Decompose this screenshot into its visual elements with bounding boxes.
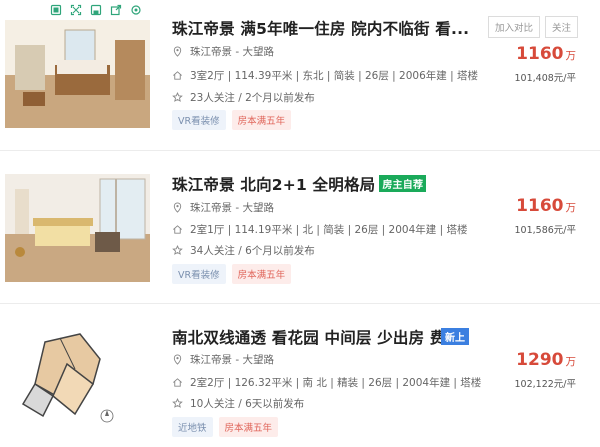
location-link[interactable]: 珠江帝景 - 大望路 bbox=[190, 200, 274, 215]
house-icon bbox=[173, 71, 182, 80]
star-icon bbox=[172, 92, 183, 102]
listing-title[interactable]: 珠江帝景 满5年唯一住房 院内不临街 看... bbox=[172, 17, 469, 39]
listing-details: 3室2厅 | 114.39平米 | 东北 | 简装 | 26层 | 2006年建… bbox=[190, 70, 478, 82]
price-value: 1160 bbox=[516, 196, 564, 216]
details-row: 2室1厅 | 114.19平米 | 北 | 简装 | 26层 | 2004年建 … bbox=[172, 222, 467, 237]
price-unit: 万 bbox=[565, 202, 577, 214]
unit-price: 101,586元/平 bbox=[514, 225, 577, 236]
listing-photo[interactable] bbox=[5, 20, 150, 128]
follow-info: 23人关注 / 2个月以前发布 bbox=[190, 92, 315, 104]
listing-photo[interactable] bbox=[5, 324, 150, 432]
listing-title[interactable]: 珠江帝景 北向2+1 全明格局 房主自荐 bbox=[172, 173, 427, 195]
tag-chip: 房本满五年 bbox=[231, 264, 292, 284]
listing-title[interactable]: 南北双线通透 看花园 中间层 少出房 费... bbox=[172, 326, 464, 348]
follow-row: 10人关注 / 6天以前发布 bbox=[172, 396, 304, 411]
tag-chip: 房本满五年 bbox=[218, 417, 279, 437]
listing-title-text[interactable]: 珠江帝景 满5年唯一住房 院内不临街 看... bbox=[172, 20, 469, 38]
tag-list: VR看装修 房本满五年 bbox=[172, 110, 292, 130]
listing-card[interactable]: 南北双线通透 看花园 中间层 少出房 费... 新上 珠江帝景 - 大望路 2室… bbox=[0, 304, 600, 447]
bedroom-photo bbox=[5, 20, 150, 128]
owner-recommended-badge: 房主自荐 bbox=[379, 175, 427, 192]
location-row: 珠江帝景 - 大望路 bbox=[172, 352, 274, 367]
listing-details: 2室2厅 | 126.32平米 | 南 北 | 精装 | 26层 | 2004年… bbox=[190, 377, 482, 389]
price-value: 1160 bbox=[516, 44, 564, 64]
house-icon bbox=[173, 378, 182, 387]
listing-title-text[interactable]: 珠江帝景 北向2+1 全明格局 bbox=[172, 176, 375, 194]
listing-title-text[interactable]: 南北双线通透 看花园 中间层 少出房 费... bbox=[172, 329, 464, 347]
follow-row: 23人关注 / 2个月以前发布 bbox=[172, 90, 315, 105]
settings-icon[interactable] bbox=[126, 0, 146, 20]
follow-info: 34人关注 / 6个月以前发布 bbox=[190, 245, 315, 257]
unit-price: 101,408元/平 bbox=[514, 73, 577, 84]
total-price: 1160 万 bbox=[516, 196, 576, 216]
details-row: 2室2厅 | 126.32平米 | 南 北 | 精装 | 26层 | 2004年… bbox=[172, 375, 481, 390]
details-row: 3室2厅 | 114.39平米 | 东北 | 简装 | 26层 | 2006年建… bbox=[172, 68, 478, 83]
follow-row: 34人关注 / 6个月以前发布 bbox=[172, 243, 315, 258]
follow-info: 10人关注 / 6天以前发布 bbox=[190, 398, 305, 410]
add-to-compare-button[interactable]: 加入对比 bbox=[487, 16, 540, 38]
new-listing-badge: 新上 bbox=[441, 328, 469, 345]
bedroom-photo bbox=[5, 174, 150, 282]
listing-card[interactable]: 珠江帝景 北向2+1 全明格局 房主自荐 珠江帝景 - 大望路 2室1厅 | 11… bbox=[0, 151, 600, 301]
location-link[interactable]: 珠江帝景 - 大望路 bbox=[190, 352, 274, 367]
total-price: 1160 万 bbox=[516, 44, 576, 64]
price-value: 1290 bbox=[516, 350, 564, 370]
tag-chip: VR看装修 bbox=[172, 110, 226, 130]
share-icon[interactable] bbox=[106, 0, 126, 20]
star-icon bbox=[172, 245, 183, 255]
location-link[interactable]: 珠江帝景 - 大望路 bbox=[190, 44, 274, 59]
listing-card[interactable]: 珠江帝景 满5年唯一住房 院内不临街 看... 加入对比 关注 珠江帝景 - 大… bbox=[0, 0, 600, 150]
house-icon bbox=[173, 225, 182, 234]
tag-chip: VR看装修 bbox=[172, 264, 226, 284]
price-unit: 万 bbox=[565, 356, 577, 368]
tag-chip: 房本满五年 bbox=[231, 110, 292, 130]
star-icon bbox=[172, 398, 183, 408]
listing-photo[interactable] bbox=[5, 174, 150, 282]
location-pin-icon bbox=[173, 202, 182, 213]
tag-chip: 近地铁 bbox=[172, 417, 213, 437]
floor-plan-image bbox=[5, 324, 150, 432]
listing-details: 2室1厅 | 114.19平米 | 北 | 简装 | 26层 | 2004年建 … bbox=[190, 224, 468, 236]
tag-list: VR看装修 房本满五年 bbox=[172, 264, 292, 284]
location-row: 珠江帝景 - 大望路 bbox=[172, 44, 274, 59]
price-unit: 万 bbox=[565, 50, 577, 62]
fullscreen-icon[interactable] bbox=[66, 0, 86, 20]
image-toolbar bbox=[46, 0, 146, 20]
location-row: 珠江帝景 - 大望路 bbox=[172, 200, 274, 215]
gallery-icon[interactable] bbox=[46, 0, 66, 20]
tag-list: 近地铁 房本满五年 bbox=[172, 417, 279, 437]
location-pin-icon bbox=[173, 46, 182, 57]
total-price: 1290 万 bbox=[516, 350, 576, 370]
unit-price: 102,122元/平 bbox=[514, 379, 577, 390]
location-pin-icon bbox=[173, 354, 182, 365]
save-icon[interactable] bbox=[86, 0, 106, 20]
follow-button[interactable]: 关注 bbox=[544, 16, 578, 38]
